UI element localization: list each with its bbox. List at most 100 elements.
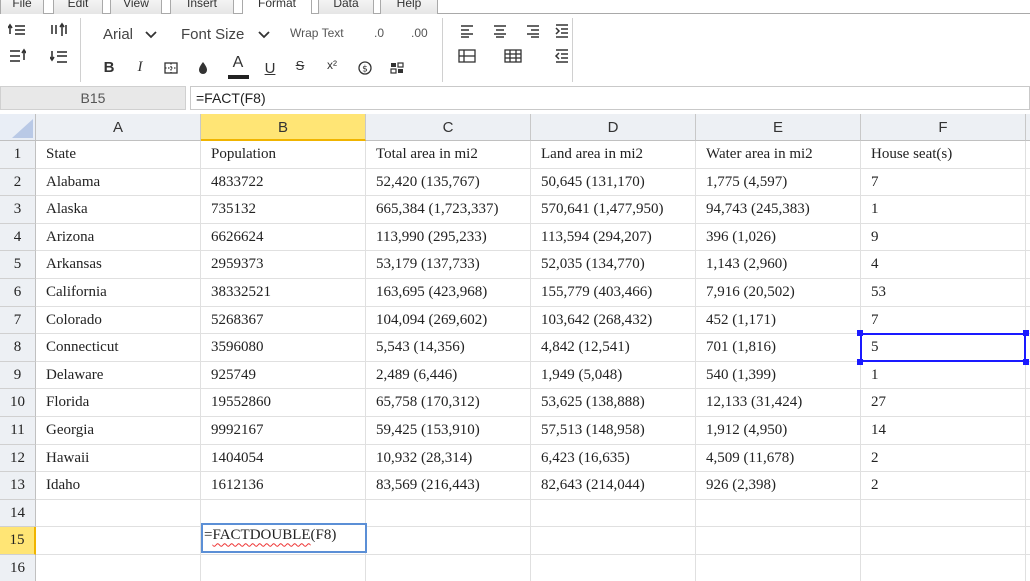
chevron-down-icon[interactable] bbox=[142, 25, 160, 43]
cell-c4[interactable]: 113,990 (295,233) bbox=[366, 223, 531, 252]
cell-e15[interactable] bbox=[696, 527, 861, 555]
row-header[interactable]: 12 bbox=[0, 444, 36, 473]
cell-f1[interactable]: House seat(s) bbox=[861, 141, 1026, 169]
cell-d12[interactable]: 6,423 (16,635) bbox=[531, 444, 696, 473]
row-header[interactable]: 4 bbox=[0, 223, 36, 252]
cell-a1[interactable]: State bbox=[36, 141, 201, 169]
column-header-g[interactable] bbox=[1026, 114, 1030, 141]
cell-c14[interactable] bbox=[366, 499, 531, 528]
row-header[interactable]: 6 bbox=[0, 279, 36, 307]
font-color-button[interactable]: A bbox=[228, 54, 248, 72]
cell-g11[interactable] bbox=[1026, 417, 1030, 445]
cell-a3[interactable]: Alaska bbox=[36, 196, 201, 224]
decrease-decimal-button[interactable]: .0 bbox=[374, 26, 384, 40]
cell-g4[interactable] bbox=[1026, 224, 1030, 252]
cell-d10[interactable]: 53,625 (138,888) bbox=[531, 389, 696, 417]
cell-b9[interactable]: 925749 bbox=[201, 361, 366, 390]
cell-b7[interactable]: 5268367 bbox=[201, 306, 366, 335]
cell-e6[interactable]: 7,916 (20,502) bbox=[696, 279, 861, 307]
cell-editor[interactable]: =FACTDOUBLE(F8) bbox=[201, 523, 367, 553]
cell-b12[interactable]: 1404054 bbox=[201, 444, 366, 473]
conditional-format-icon[interactable] bbox=[388, 59, 406, 77]
cell-c8[interactable]: 5,543 (14,356) bbox=[366, 334, 531, 362]
cell-b11[interactable]: 9992167 bbox=[201, 417, 366, 445]
cell-b16[interactable] bbox=[201, 555, 366, 581]
cell-a10[interactable]: Florida bbox=[36, 389, 201, 417]
tab-insert[interactable]: Insert bbox=[170, 0, 234, 14]
table-grid-icon[interactable] bbox=[504, 47, 522, 65]
superscript-button[interactable]: x² bbox=[322, 58, 342, 72]
cell-f2[interactable]: 7 bbox=[861, 168, 1026, 197]
cell-d13[interactable]: 82,643 (214,044) bbox=[531, 472, 696, 500]
selection-handle[interactable] bbox=[1023, 330, 1029, 337]
cell-g5[interactable] bbox=[1026, 251, 1030, 279]
cell-d3[interactable]: 570,641 (1,477,950) bbox=[531, 196, 696, 224]
tab-data[interactable]: Data bbox=[318, 0, 374, 14]
cell-g12[interactable] bbox=[1026, 445, 1030, 473]
row-header[interactable]: 7 bbox=[0, 306, 36, 335]
cell-e11[interactable]: 1,912 (4,950) bbox=[696, 417, 861, 445]
cell-g10[interactable] bbox=[1026, 389, 1030, 417]
cell-f3[interactable]: 1 bbox=[861, 196, 1026, 224]
cell-f12[interactable]: 2 bbox=[861, 444, 1026, 473]
cell-d6[interactable]: 155,779 (403,466) bbox=[531, 279, 696, 307]
cell-c13[interactable]: 83,569 (216,443) bbox=[366, 472, 531, 500]
cell-f5[interactable]: 4 bbox=[861, 251, 1026, 279]
cell-a4[interactable]: Arizona bbox=[36, 223, 201, 252]
align-right-icon[interactable] bbox=[524, 22, 542, 40]
cell-f4[interactable]: 9 bbox=[861, 223, 1026, 252]
align-left-icon[interactable] bbox=[458, 22, 476, 40]
cell-e8[interactable]: 701 (1,816) bbox=[696, 334, 861, 362]
cell-g3[interactable] bbox=[1026, 196, 1030, 224]
cell-c5[interactable]: 53,179 (137,733) bbox=[366, 251, 531, 279]
cell-e13[interactable]: 926 (2,398) bbox=[696, 472, 861, 500]
cell-a14[interactable] bbox=[36, 499, 201, 528]
cell-e7[interactable]: 452 (1,171) bbox=[696, 306, 861, 335]
cell-c1[interactable]: Total area in mi2 bbox=[366, 141, 531, 169]
column-header-b[interactable]: B bbox=[201, 114, 366, 141]
cell-f16[interactable] bbox=[861, 555, 1026, 581]
decrease-indent-icon[interactable] bbox=[553, 47, 571, 65]
column-header-e[interactable]: E bbox=[696, 114, 861, 141]
cell-d4[interactable]: 113,594 (294,207) bbox=[531, 223, 696, 252]
cell-g9[interactable] bbox=[1026, 362, 1030, 390]
column-header-a[interactable]: A bbox=[36, 114, 201, 141]
cell-d14[interactable] bbox=[531, 499, 696, 528]
column-header-f[interactable]: F bbox=[861, 114, 1026, 141]
row-header[interactable]: 10 bbox=[0, 389, 36, 417]
cell-a9[interactable]: Delaware bbox=[36, 361, 201, 390]
currency-icon[interactable]: $ bbox=[356, 59, 374, 77]
cell-d11[interactable]: 57,513 (148,958) bbox=[531, 417, 696, 445]
cell-g13[interactable] bbox=[1026, 472, 1030, 500]
wrap-text-button[interactable]: Wrap Text bbox=[290, 26, 344, 40]
cell-f14[interactable] bbox=[861, 499, 1026, 528]
cell-c16[interactable] bbox=[366, 555, 531, 581]
cell-e1[interactable]: Water area in mi2 bbox=[696, 141, 861, 169]
cell-a16[interactable] bbox=[36, 555, 201, 581]
row-header[interactable]: 14 bbox=[0, 499, 36, 528]
bold-button[interactable]: B bbox=[99, 59, 119, 76]
cell-a2[interactable]: Alabama bbox=[36, 168, 201, 197]
cell-a8[interactable]: Connecticut bbox=[36, 334, 201, 362]
row-header[interactable]: 3 bbox=[0, 196, 36, 224]
cell-e3[interactable]: 94,743 (245,383) bbox=[696, 196, 861, 224]
tab-view[interactable]: View bbox=[110, 0, 162, 14]
font-size-select[interactable]: Font Size bbox=[181, 26, 244, 43]
merge-cells-icon[interactable] bbox=[458, 47, 476, 65]
cell-a5[interactable]: Arkansas bbox=[36, 251, 201, 279]
cell-f10[interactable]: 27 bbox=[861, 389, 1026, 417]
cell-b4[interactable]: 6626624 bbox=[201, 223, 366, 252]
cell-g1[interactable] bbox=[1026, 141, 1030, 169]
cell-b5[interactable]: 2959373 bbox=[201, 251, 366, 279]
italic-button[interactable]: I bbox=[130, 59, 150, 76]
cell-b1[interactable]: Population bbox=[201, 141, 366, 169]
cell-e9[interactable]: 540 (1,399) bbox=[696, 361, 861, 390]
cell-c6[interactable]: 163,695 (423,968) bbox=[366, 279, 531, 307]
cell-f7[interactable]: 7 bbox=[861, 306, 1026, 335]
cell-d5[interactable]: 52,035 (134,770) bbox=[531, 251, 696, 279]
cell-e5[interactable]: 1,143 (2,960) bbox=[696, 251, 861, 279]
cell-a11[interactable]: Georgia bbox=[36, 417, 201, 445]
cell-b13[interactable]: 1612136 bbox=[201, 472, 366, 500]
cell-e4[interactable]: 396 (1,026) bbox=[696, 223, 861, 252]
cell-c12[interactable]: 10,932 (28,314) bbox=[366, 444, 531, 473]
